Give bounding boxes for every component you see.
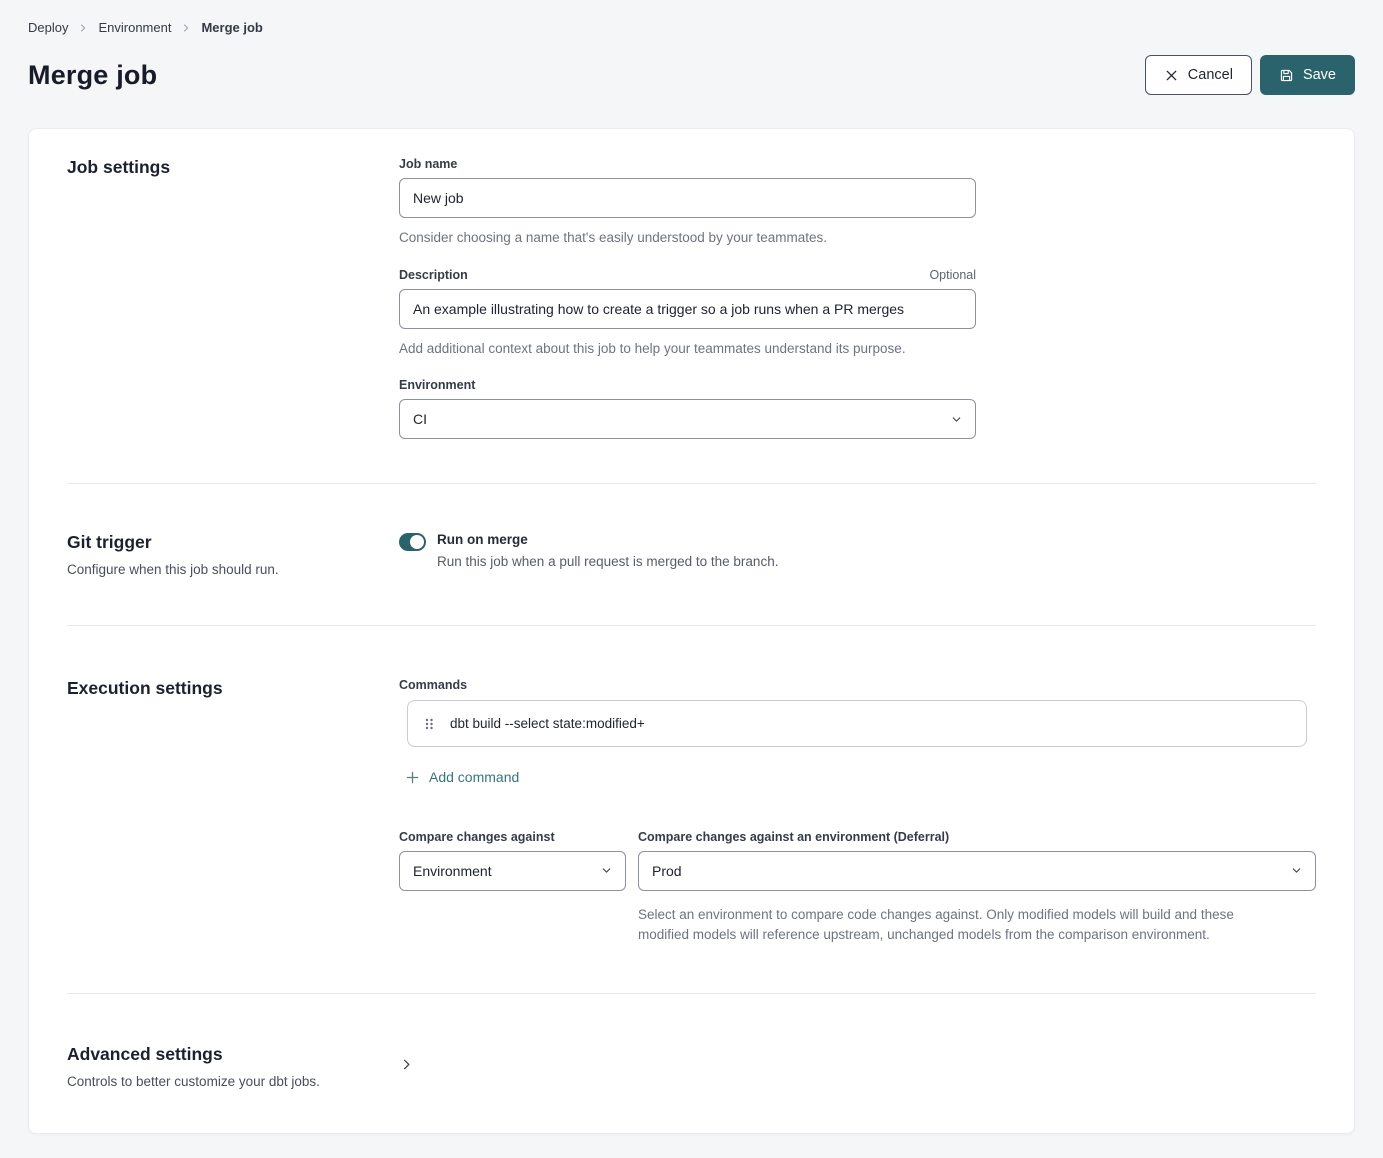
- cancel-button[interactable]: Cancel: [1145, 55, 1252, 95]
- chevron-right-icon: [77, 22, 89, 34]
- toggle-knob: [410, 535, 424, 549]
- drag-handle-icon[interactable]: [420, 712, 438, 736]
- advanced-settings-subtitle: Controls to better customize your dbt jo…: [67, 1074, 399, 1089]
- section-execution-settings: Execution settings Commands dbt build --…: [29, 626, 1354, 993]
- run-on-merge-label: Run on merge: [437, 532, 778, 547]
- cancel-button-label: Cancel: [1188, 67, 1233, 83]
- add-command-label: Add command: [429, 769, 519, 785]
- run-on-merge-description: Run this job when a pull request is merg…: [437, 554, 778, 569]
- job-name-field-group: Job name Consider choosing a name that's…: [399, 157, 976, 248]
- job-name-label: Job name: [399, 157, 457, 171]
- git-trigger-subtitle: Configure when this job should run.: [67, 562, 399, 577]
- chevron-right-icon: [180, 22, 192, 34]
- execution-settings-heading: Execution settings: [67, 678, 399, 699]
- merge-job-page: Deploy Environment Merge job Merge job C…: [0, 0, 1383, 1158]
- page-header: Merge job Cancel Save: [28, 55, 1355, 95]
- chevron-down-icon: [950, 413, 963, 426]
- git-trigger-heading: Git trigger: [67, 532, 399, 553]
- compare-against-label: Compare changes against: [399, 830, 555, 844]
- deferral-group: Compare changes against an environment (…: [638, 830, 1316, 946]
- section-advanced-settings[interactable]: Advanced settings Controls to better cus…: [29, 994, 1354, 1133]
- page-title: Merge job: [28, 60, 157, 91]
- command-text[interactable]: dbt build --select state:modified+: [450, 716, 645, 731]
- environment-select-value: CI: [413, 411, 427, 427]
- job-settings-heading: Job settings: [67, 157, 399, 178]
- compare-against-group: Compare changes against Environment: [399, 830, 626, 946]
- environment-select[interactable]: CI: [399, 399, 976, 439]
- environment-field-group: Environment CI: [399, 378, 976, 439]
- environment-label: Environment: [399, 378, 475, 392]
- save-button-label: Save: [1303, 67, 1336, 83]
- chevron-down-icon: [1290, 864, 1303, 877]
- job-name-input[interactable]: [399, 178, 976, 218]
- description-label: Description: [399, 268, 468, 282]
- save-button[interactable]: Save: [1260, 55, 1355, 95]
- optional-badge: Optional: [929, 268, 976, 282]
- compare-against-select[interactable]: Environment: [399, 851, 626, 891]
- section-git-trigger: Git trigger Configure when this job shou…: [29, 484, 1354, 625]
- commands-label: Commands: [399, 678, 1316, 692]
- job-name-helper: Consider choosing a name that's easily u…: [399, 228, 976, 248]
- add-command-button[interactable]: Add command: [405, 769, 519, 785]
- chevron-right-icon[interactable]: [399, 1057, 414, 1089]
- description-field-group: Description Optional Add additional cont…: [399, 268, 976, 359]
- command-row[interactable]: dbt build --select state:modified+: [407, 700, 1307, 747]
- save-floppy-icon: [1279, 68, 1294, 83]
- advanced-settings-heading: Advanced settings: [67, 1044, 399, 1065]
- compare-row: Compare changes against Environment Comp…: [399, 830, 1316, 946]
- description-input[interactable]: [399, 289, 976, 329]
- run-on-merge-toggle[interactable]: [399, 533, 426, 551]
- run-on-merge-row: Run on merge Run this job when a pull re…: [399, 532, 1316, 569]
- chevron-down-icon: [600, 864, 613, 877]
- job-settings-card: Job settings Job name Consider choosing …: [28, 128, 1355, 1134]
- deferral-select[interactable]: Prod: [638, 851, 1316, 891]
- deferral-label: Compare changes against an environment (…: [638, 830, 949, 844]
- breadcrumb-environment[interactable]: Environment: [98, 20, 171, 35]
- deferral-value: Prod: [652, 863, 682, 879]
- description-helper: Add additional context about this job to…: [399, 339, 976, 359]
- header-actions: Cancel Save: [1145, 55, 1355, 95]
- breadcrumb-deploy[interactable]: Deploy: [28, 20, 68, 35]
- compare-against-value: Environment: [413, 863, 492, 879]
- plus-icon: [405, 770, 420, 785]
- deferral-helper: Select an environment to compare code ch…: [638, 905, 1288, 946]
- breadcrumb-merge-job: Merge job: [201, 20, 262, 35]
- section-job-settings: Job settings Job name Consider choosing …: [29, 129, 1354, 483]
- close-icon: [1164, 68, 1179, 83]
- breadcrumb: Deploy Environment Merge job: [28, 20, 1355, 35]
